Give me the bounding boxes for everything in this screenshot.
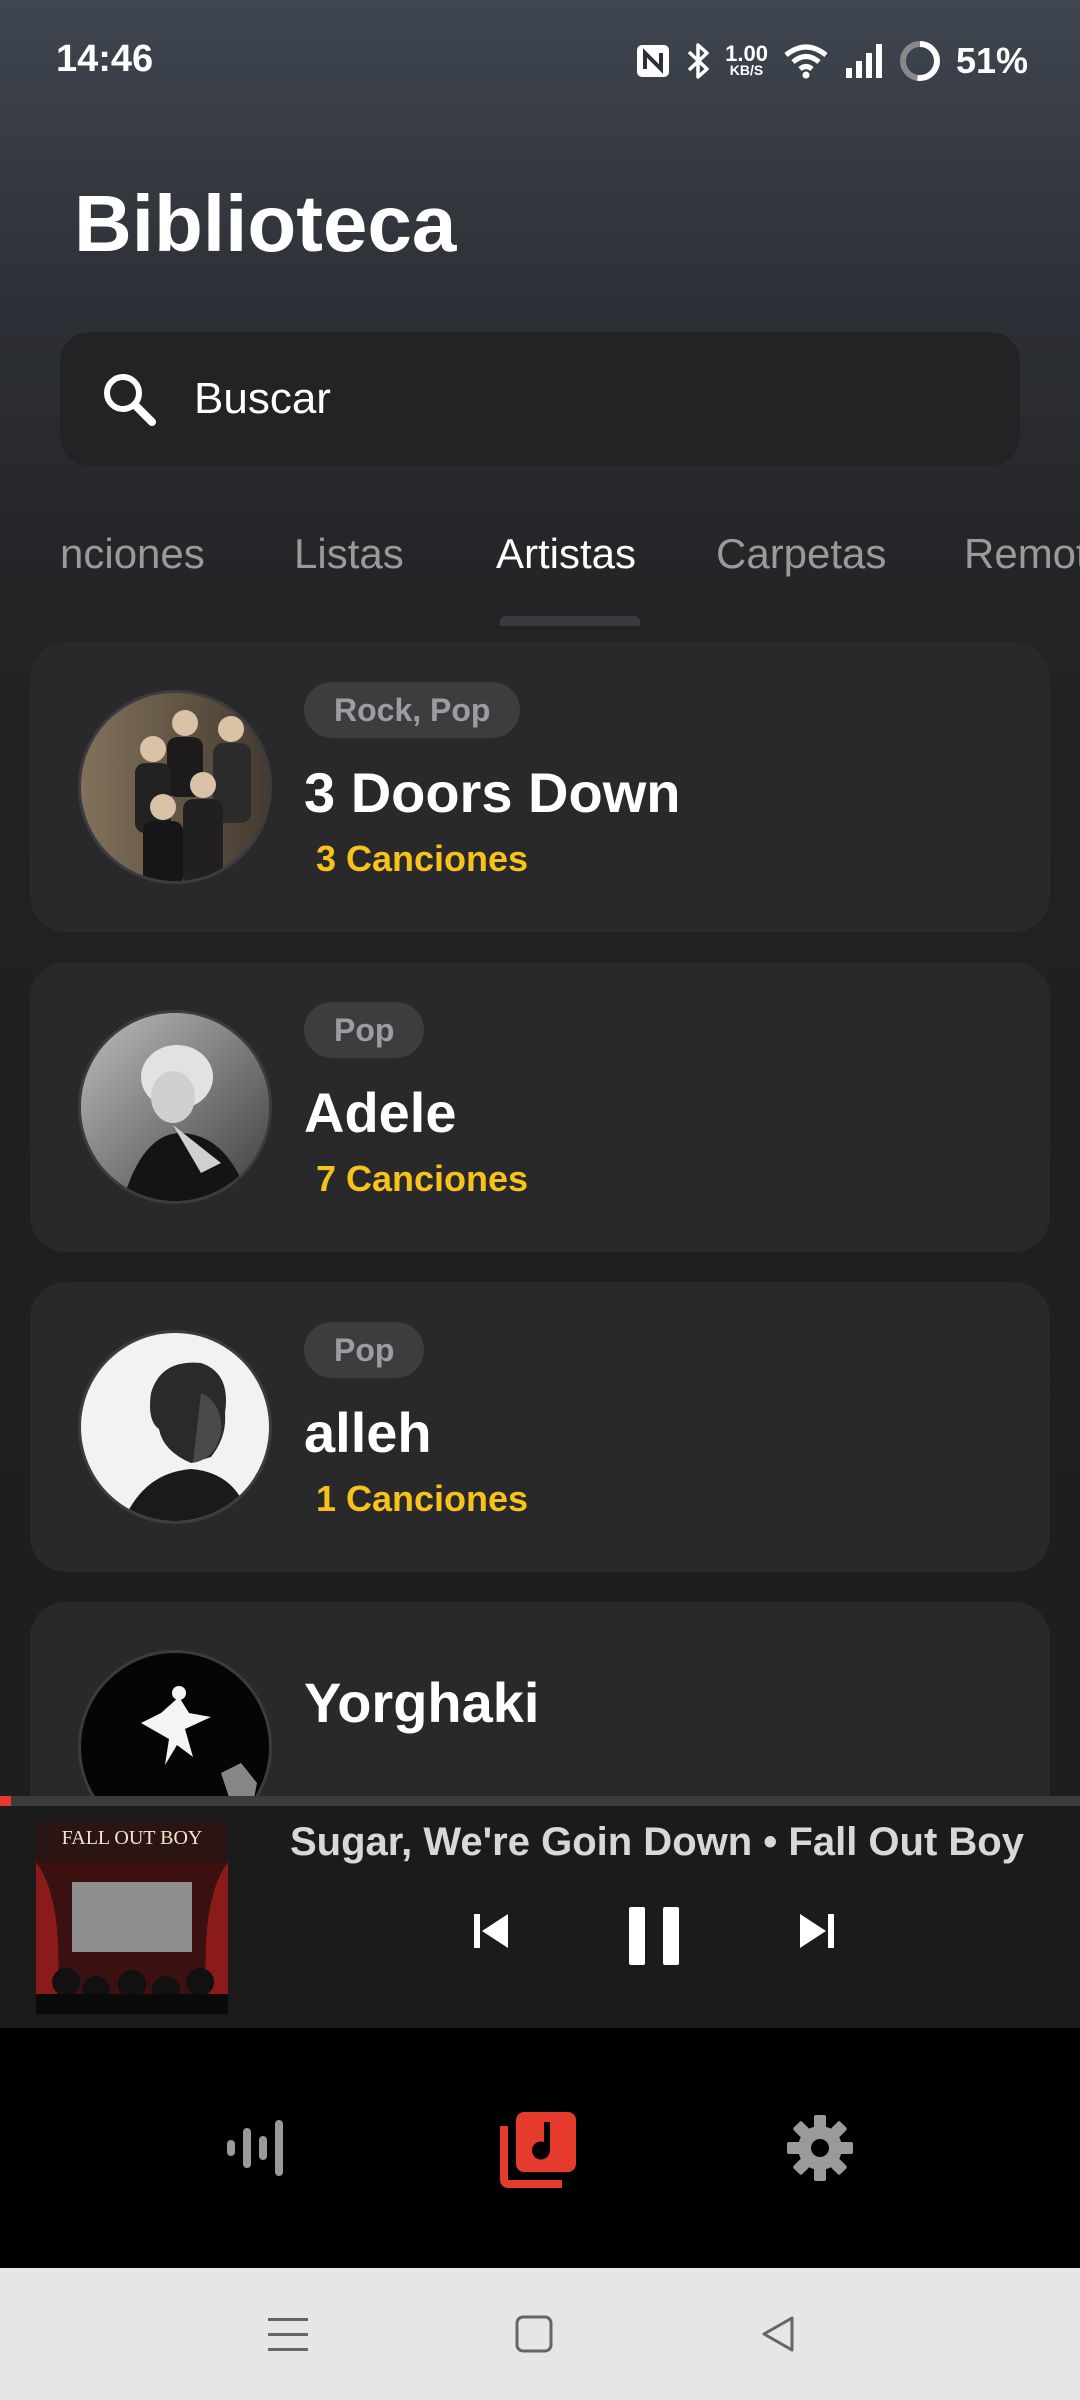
home-button[interactable]	[504, 2304, 564, 2364]
nav-settings[interactable]	[770, 2098, 870, 2198]
waveform-icon	[227, 2120, 283, 2176]
search-bar[interactable]: Buscar	[60, 332, 1020, 466]
speed-unit: KB/S	[729, 62, 764, 78]
search-input[interactable]: Buscar	[194, 374, 331, 424]
pause-icon	[629, 1907, 679, 1965]
pause-button[interactable]	[624, 1906, 684, 1966]
back-icon	[762, 2316, 794, 2352]
status-icons: 1.00 KB/S 51%	[635, 36, 1028, 86]
genre-chip: Pop	[304, 1002, 425, 1058]
cover-text: FALL OUT BOY	[62, 1827, 203, 1849]
tab-carpetas[interactable]: Carpetas	[716, 530, 886, 578]
nav-now-playing[interactable]	[210, 2098, 310, 2198]
page-title: Biblioteca	[74, 179, 457, 268]
battery-percent: 51%	[955, 40, 1028, 81]
progress-track[interactable]	[0, 1796, 1080, 1806]
artist-avatar	[78, 1010, 272, 1204]
music-library-icon	[500, 2112, 576, 2188]
nav-library[interactable]	[490, 2098, 590, 2198]
progress-fill	[0, 1796, 11, 1806]
artist-avatar	[78, 690, 272, 884]
bluetooth-icon	[685, 41, 711, 81]
artist-name: Yorghaki	[304, 1671, 540, 1734]
tab-listas[interactable]: Listas	[294, 530, 404, 578]
search-icon	[104, 374, 156, 426]
next-button[interactable]	[792, 1906, 842, 1956]
artist-card[interactable]: Yorghaki	[30, 1602, 1050, 1844]
song-count: 7 Canciones	[316, 1158, 529, 1199]
battery-icon	[898, 39, 942, 83]
album-cover[interactable]: FALL OUT BOY	[36, 1822, 228, 2014]
artist-card[interactable]: Rock, Pop 3 Doors Down 3 Canciones	[30, 642, 1050, 932]
previous-button[interactable]	[466, 1906, 516, 1956]
status-time: 14:46	[56, 38, 154, 80]
genre-chip: Pop	[304, 1322, 425, 1378]
recents-button[interactable]	[258, 2304, 318, 2364]
mini-player[interactable]: FALL OUT BOY Sugar, We're Goin Down • Fa…	[0, 1796, 1080, 2028]
genre-chip: Rock, Pop	[304, 682, 521, 738]
tab-indicator	[500, 616, 640, 626]
gear-icon	[787, 2115, 853, 2181]
song-count: 3 Canciones	[316, 838, 529, 879]
wifi-icon	[782, 41, 830, 81]
now-playing-title[interactable]: Sugar, We're Goin Down • Fall Out Boy	[290, 1820, 1024, 1865]
bottom-navigation	[0, 2028, 1080, 2268]
previous-icon	[474, 1914, 508, 1948]
status-bar: 14:46 1.00 KB/S 51%	[0, 0, 1080, 126]
artist-avatar	[78, 1330, 272, 1524]
tab-artistas[interactable]: Artistas	[496, 530, 636, 578]
back-button[interactable]	[748, 2304, 808, 2364]
artist-card[interactable]: Pop Adele 7 Canciones	[30, 962, 1050, 1252]
network-speed: 1.00 KB/S	[725, 43, 768, 78]
home-icon	[515, 2315, 553, 2353]
next-icon	[800, 1914, 834, 1948]
artist-name: 3 Doors Down	[304, 761, 681, 824]
artist-name: alleh	[304, 1401, 432, 1464]
nfc-icon	[635, 43, 671, 79]
tab-remotos[interactable]: Remot	[964, 530, 1080, 578]
menu-icon	[268, 2318, 308, 2351]
system-navigation	[0, 2268, 1080, 2400]
artist-card[interactable]: Pop alleh 1 Canciones	[30, 1282, 1050, 1572]
tab-canciones[interactable]: nciones	[60, 530, 205, 578]
signal-icon	[844, 42, 884, 80]
artist-name: Adele	[304, 1081, 457, 1144]
song-count: 1 Canciones	[316, 1478, 529, 1519]
